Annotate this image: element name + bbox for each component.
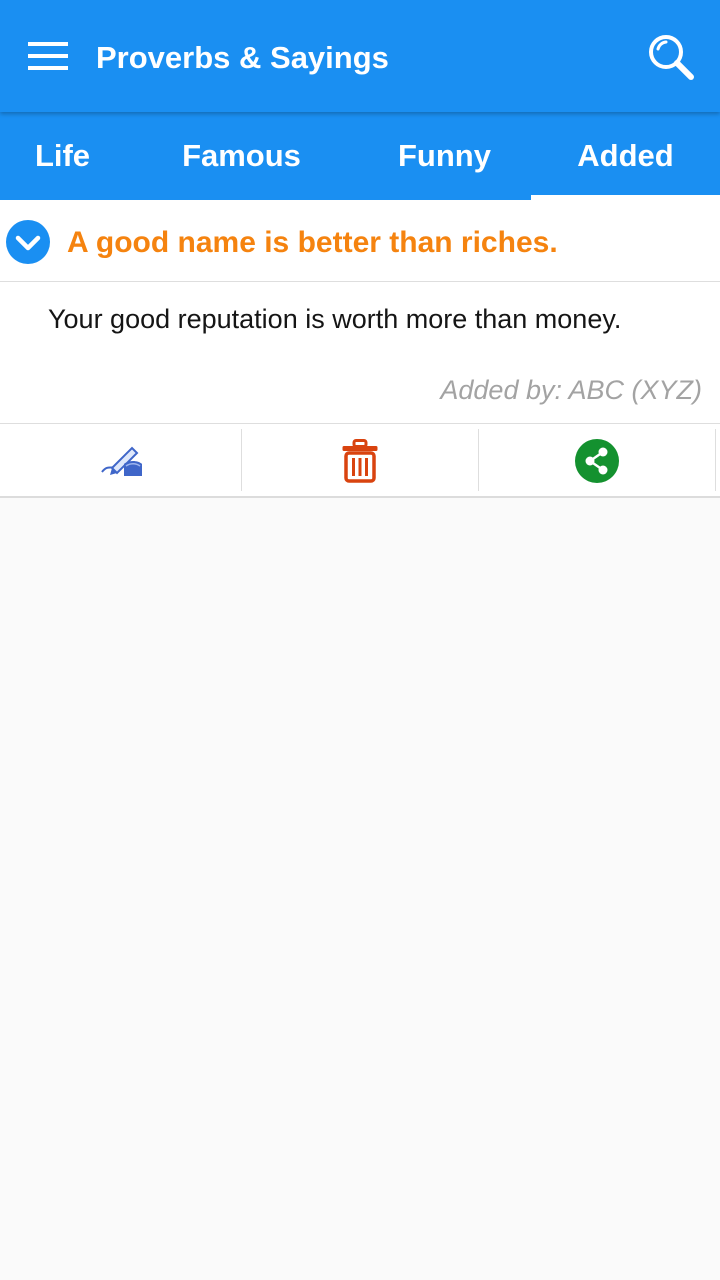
action-bar <box>0 423 720 496</box>
tab-label: Funny <box>398 138 491 173</box>
proverb-card: A good name is better than riches. Your … <box>0 200 720 498</box>
pen-writing-icon <box>100 446 142 476</box>
edit-button[interactable] <box>0 424 241 497</box>
tab-label: Added <box>577 138 674 173</box>
search-button[interactable] <box>642 28 700 86</box>
proverb-meaning: Your good reputation is worth more than … <box>48 304 622 334</box>
share-button[interactable] <box>479 424 715 497</box>
trash-icon <box>342 438 378 483</box>
app-bar: Proverbs & Sayings <box>0 0 720 112</box>
delete-button[interactable] <box>242 424 478 497</box>
tab-life[interactable]: Life <box>0 112 125 200</box>
chevron-down-circle-icon[interactable] <box>6 220 50 264</box>
proverb-header[interactable]: A good name is better than riches. <box>0 200 720 282</box>
action-divider <box>715 429 716 491</box>
menu-button[interactable] <box>18 30 78 82</box>
tab-added[interactable]: Added <box>531 112 720 200</box>
proverb-title: A good name is better than riches. <box>67 226 558 259</box>
share-icon <box>575 438 619 483</box>
search-icon <box>649 35 694 80</box>
added-by-label: Added by: ABC (XYZ) <box>440 375 702 405</box>
tab-famous[interactable]: Famous <box>125 112 358 200</box>
tab-label: Famous <box>182 138 301 173</box>
tab-bar: Life Famous Funny Added <box>0 112 720 200</box>
app-title: Proverbs & Sayings <box>96 40 389 75</box>
tab-funny[interactable]: Funny <box>358 112 531 200</box>
tab-label: Life <box>34 138 91 173</box>
hamburger-menu-icon <box>28 42 68 70</box>
